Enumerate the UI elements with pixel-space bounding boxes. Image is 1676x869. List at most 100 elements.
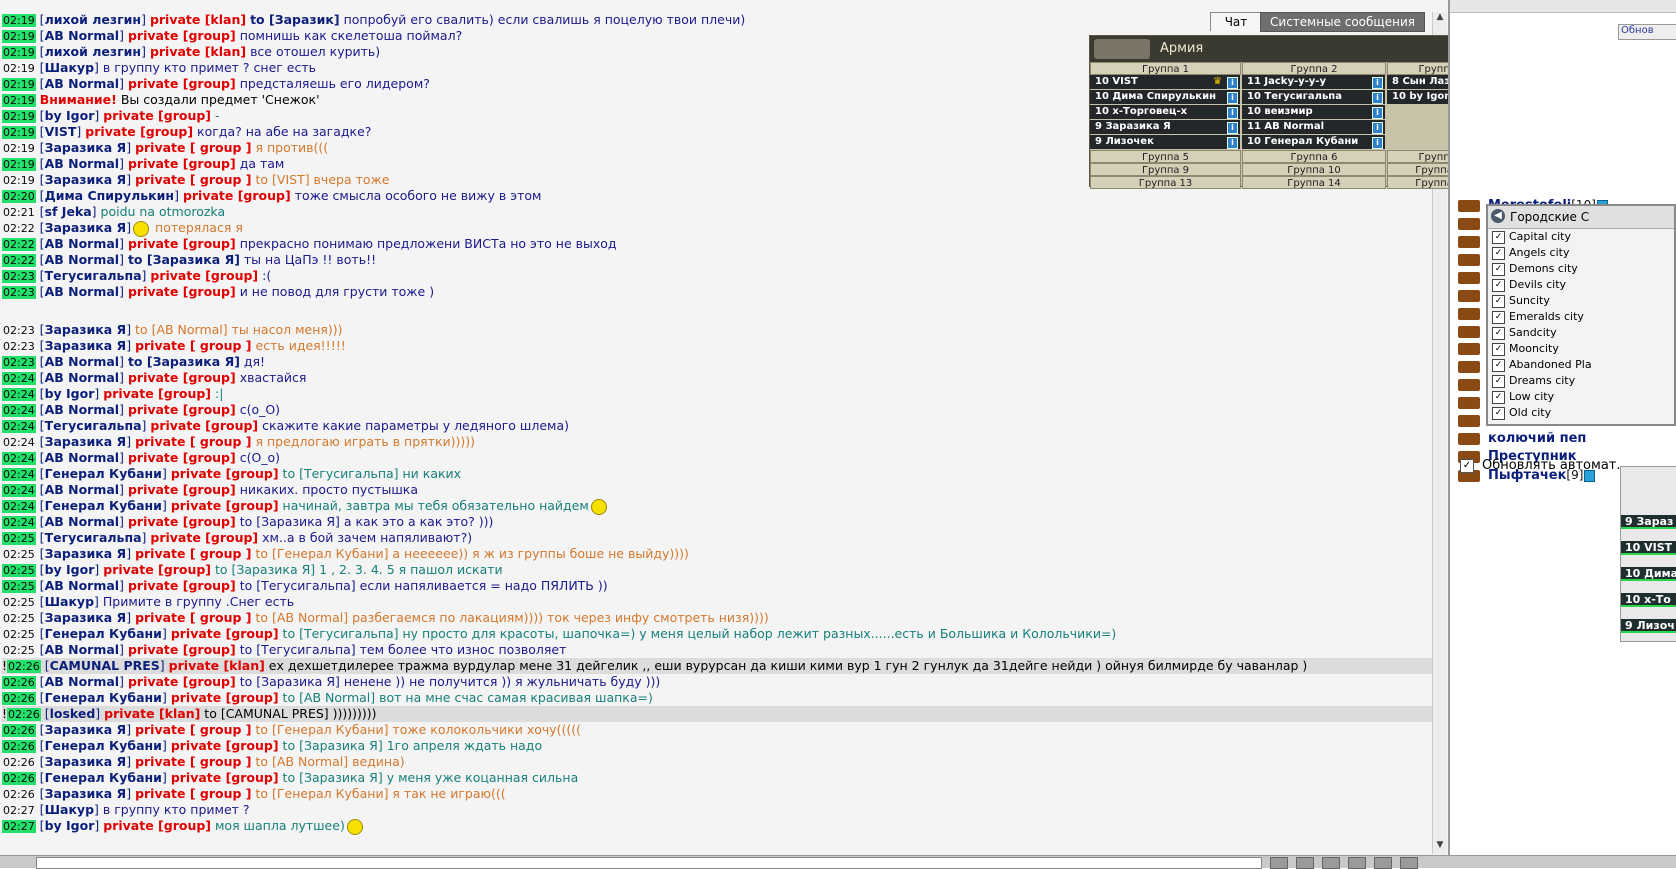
nick-name[interactable]: sf Jeka xyxy=(45,204,92,219)
army-group-header[interactable]: Группа 6 xyxy=(1242,150,1386,163)
tab-system-messages[interactable]: Системные сообщения xyxy=(1260,12,1425,32)
nick-name[interactable]: Шакур xyxy=(45,60,94,75)
nick-name[interactable]: AB Normal xyxy=(45,354,120,369)
nick-name[interactable]: Шакур xyxy=(45,802,94,817)
info-icon[interactable]: i xyxy=(1227,107,1238,119)
nick-name[interactable]: AB Normal xyxy=(45,156,120,171)
message-target[interactable]: to [Заразик] xyxy=(250,12,340,27)
city-checkbox[interactable]: ✓ xyxy=(1492,358,1505,372)
nick-name[interactable]: AB Normal xyxy=(45,284,120,299)
toolbar-icon[interactable] xyxy=(1296,857,1314,869)
army-member[interactable]: 10 VIST ♛ i xyxy=(1090,75,1240,89)
toolbar-icon[interactable] xyxy=(1374,857,1392,869)
city-filter-item[interactable]: ✓ Mooncity xyxy=(1488,341,1674,357)
message-nick[interactable]: [AB Normal] xyxy=(36,370,124,385)
nick-name[interactable]: лихой лезгин xyxy=(45,44,142,59)
nick-name[interactable]: Заразика Я xyxy=(45,338,127,353)
nick-name[interactable]: Заразика Я xyxy=(45,140,127,155)
message-nick[interactable]: [by Igor] xyxy=(36,562,100,577)
army-group-header[interactable]: Группа 14 xyxy=(1242,176,1386,189)
toolbar-icon[interactable] xyxy=(1270,857,1288,869)
city-filter-item[interactable]: ✓ Sandcity xyxy=(1488,325,1674,341)
nick-name[interactable]: AB Normal xyxy=(45,76,120,91)
collapse-icon[interactable]: ◀ xyxy=(1491,209,1505,223)
army-group-header[interactable]: Группа 13 xyxy=(1090,176,1241,189)
chat-input[interactable] xyxy=(36,857,1262,869)
army-group-header[interactable]: Группа 1 xyxy=(1090,62,1241,75)
auto-refresh-checkbox[interactable]: ✓ xyxy=(1460,458,1474,473)
message-target[interactable]: to [Заразика Я] xyxy=(128,354,240,369)
nick-name[interactable]: Генерал Кубани xyxy=(45,466,162,481)
message-nick[interactable]: [AB Normal] xyxy=(36,252,124,267)
nick-name[interactable]: AB Normal xyxy=(45,450,120,465)
online-user-name[interactable]: колючий пеп xyxy=(1488,431,1586,446)
nick-name[interactable]: Генерал Кубани xyxy=(45,498,162,513)
message-nick[interactable]: [Шакур] xyxy=(36,60,99,75)
info-icon[interactable]: i xyxy=(1372,92,1383,104)
nick-name[interactable]: AB Normal xyxy=(45,578,120,593)
nick-name[interactable]: Шакур xyxy=(45,594,94,609)
scroll-down-icon[interactable]: ▼ xyxy=(1433,840,1447,854)
nick-name[interactable]: VIST xyxy=(45,124,77,139)
info-icon[interactable]: i xyxy=(1372,107,1383,119)
city-filter-item[interactable]: ✓ Old city xyxy=(1488,405,1674,421)
nick-name[interactable]: Тегусигальпа xyxy=(45,418,142,433)
city-checkbox[interactable]: ✓ xyxy=(1492,342,1505,356)
message-nick[interactable]: [Генерал Кубани] xyxy=(36,738,167,753)
nick-name[interactable]: Заразика Я xyxy=(45,546,127,561)
message-nick[interactable]: [sf Jeka] xyxy=(36,204,97,219)
message-nick[interactable]: [AB Normal] xyxy=(36,482,124,497)
toolbar-icon[interactable] xyxy=(1348,857,1366,869)
message-nick[interactable]: [Заразика Я] xyxy=(36,722,131,737)
city-checkbox[interactable]: ✓ xyxy=(1492,294,1505,308)
nick-name[interactable]: Заразика Я xyxy=(45,220,127,235)
message-nick[interactable]: [Заразика Я] xyxy=(36,786,131,801)
city-checkbox[interactable]: ✓ xyxy=(1492,390,1505,404)
message-nick[interactable]: [AB Normal] xyxy=(36,514,124,529)
nick-name[interactable]: by Igor xyxy=(45,108,95,123)
message-nick[interactable]: [лихой лезгин] xyxy=(36,12,146,27)
city-checkbox[interactable]: ✓ xyxy=(1492,230,1505,244)
city-filter-item[interactable]: ✓ Dreams city xyxy=(1488,373,1674,389)
city-checkbox[interactable]: ✓ xyxy=(1492,326,1505,340)
message-nick[interactable]: [Заразика Я] xyxy=(36,546,131,561)
tab-chat[interactable]: Чат xyxy=(1210,12,1262,31)
nick-name[interactable]: Генерал Кубани xyxy=(45,770,162,785)
nick-name[interactable]: Заразика Я xyxy=(45,786,127,801)
message-nick[interactable]: [AB Normal] xyxy=(36,674,124,689)
city-checkbox[interactable]: ✓ xyxy=(1492,262,1505,276)
message-nick[interactable]: [Заразика Я] xyxy=(36,338,131,353)
nick-name[interactable]: Дима Спирулькин xyxy=(45,188,175,203)
message-nick[interactable]: [AB Normal] xyxy=(36,354,124,369)
city-checkbox[interactable]: ✓ xyxy=(1492,310,1505,324)
message-nick[interactable]: [Шакур] xyxy=(36,802,99,817)
city-filter-item[interactable]: ✓ Low city xyxy=(1488,389,1674,405)
message-nick[interactable]: [AB Normal] xyxy=(36,578,124,593)
mini-member-row[interactable]: 9 Зараз xyxy=(1621,515,1676,529)
auto-refresh-option[interactable]: ✓ Обновлять автомат. xyxy=(1460,458,1621,474)
nick-name[interactable]: AB Normal xyxy=(45,370,120,385)
message-nick[interactable]: [Тегусигальпа] xyxy=(36,418,147,433)
army-group-header[interactable]: Группа 2 xyxy=(1242,62,1386,75)
message-target[interactable]: to [Заразика Я] xyxy=(128,252,240,267)
message-nick[interactable]: [Генерал Кубани] xyxy=(36,770,167,785)
nick-name[interactable]: Заразика Я xyxy=(45,722,127,737)
message-nick[interactable]: [Генерал Кубани] xyxy=(36,626,167,641)
message-nick[interactable]: [losked] xyxy=(41,706,101,721)
army-member[interactable]: 11 AB Normal i xyxy=(1242,120,1385,134)
nick-name[interactable]: CAMUNAL PRES xyxy=(50,658,160,673)
message-nick[interactable]: [Заразика Я] xyxy=(36,610,131,625)
nick-name[interactable]: AB Normal xyxy=(45,482,120,497)
army-member[interactable]: 9 Заразика Я i xyxy=(1090,120,1240,134)
message-nick[interactable]: [VIST] xyxy=(36,124,82,139)
city-checkbox[interactable]: ✓ xyxy=(1492,246,1505,260)
info-icon[interactable]: i xyxy=(1227,77,1238,89)
nick-name[interactable]: AB Normal xyxy=(45,514,120,529)
message-nick[interactable]: [Шакур] xyxy=(36,594,99,609)
nick-name[interactable]: AB Normal xyxy=(45,642,120,657)
message-nick[interactable]: [Заразика Я] xyxy=(36,322,131,337)
army-member[interactable]: 10 Дима Спирулькин i xyxy=(1090,90,1240,104)
city-filter-item[interactable]: ✓ Capital city xyxy=(1488,229,1674,245)
message-nick[interactable]: [Генерал Кубани] xyxy=(36,690,167,705)
message-nick[interactable]: [AB Normal] xyxy=(36,156,124,171)
